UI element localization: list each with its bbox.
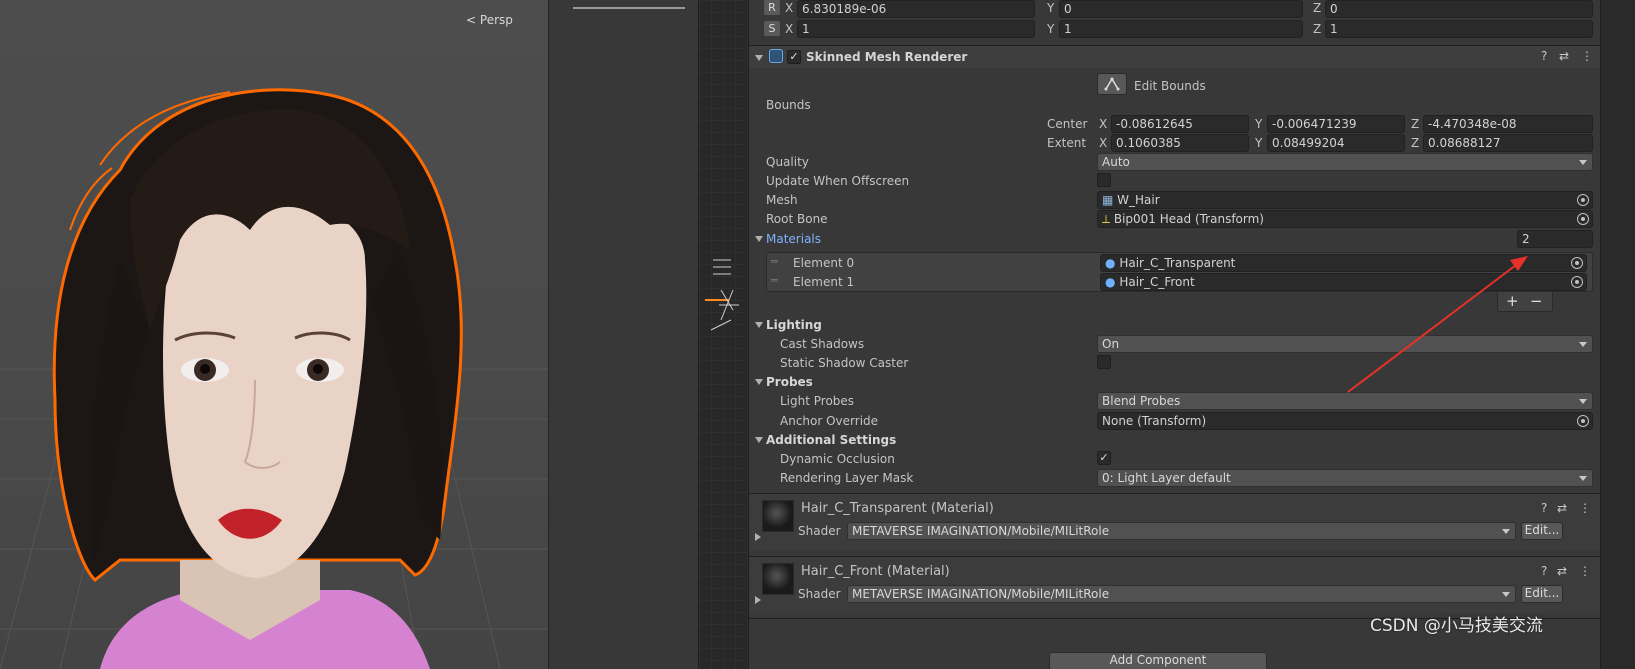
watermark-text: CSDN @小马技美交流	[1370, 616, 1543, 636]
annotation-arrow	[1347, 256, 1528, 393]
